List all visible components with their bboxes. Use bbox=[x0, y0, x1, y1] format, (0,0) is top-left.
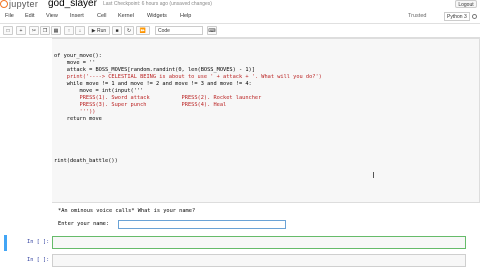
code-line: while move != 1 and move != 2 and move !… bbox=[54, 81, 252, 87]
run-button[interactable]: ▶ Run bbox=[88, 26, 110, 35]
jupyter-logo-icon[interactable] bbox=[0, 0, 8, 8]
paste-icon[interactable]: ▦ bbox=[51, 26, 61, 35]
code-line: rint(death_battle()) bbox=[54, 158, 118, 164]
kernel-status-icon bbox=[472, 14, 477, 19]
menu-file[interactable]: File bbox=[5, 13, 14, 19]
menu-bar: File Edit View Insert Cell Kernel Widget… bbox=[0, 10, 480, 24]
menu-help[interactable]: Help bbox=[180, 13, 191, 19]
cell-input[interactable] bbox=[52, 236, 466, 249]
restart-run-all-icon[interactable]: ⏩ bbox=[136, 26, 150, 35]
menu-widgets[interactable]: Widgets bbox=[147, 13, 167, 19]
code-line: move = '' bbox=[54, 60, 96, 66]
interrupt-icon[interactable]: ■ bbox=[112, 26, 122, 35]
code-line: print('----> CELESTIAL BEING is about to… bbox=[54, 74, 322, 80]
brand-text[interactable]: jupyter bbox=[9, 0, 38, 9]
kernel-name[interactable]: Python 3 bbox=[444, 12, 470, 21]
command-palette-icon[interactable]: ⌨ bbox=[207, 26, 217, 35]
trusted-indicator[interactable]: Trusted bbox=[408, 13, 426, 19]
cut-icon[interactable]: ✂ bbox=[29, 26, 39, 35]
menu-kernel[interactable]: Kernel bbox=[118, 13, 134, 19]
add-cell-icon[interactable]: + bbox=[16, 26, 26, 35]
mouse-cursor-icon bbox=[373, 172, 374, 178]
cell-prompt: In [ ]: bbox=[27, 257, 50, 263]
move-down-icon[interactable]: ↓ bbox=[75, 26, 85, 35]
code-line: return move bbox=[54, 116, 102, 122]
menu-view[interactable]: View bbox=[46, 13, 58, 19]
output-prompt-text: *An ominous voice calls* What is your na… bbox=[58, 208, 196, 214]
menu-cell[interactable]: Cell bbox=[97, 13, 106, 19]
name-input[interactable] bbox=[118, 220, 286, 229]
notebook-name[interactable]: god_slayer bbox=[48, 0, 97, 9]
menu-edit[interactable]: Edit bbox=[25, 13, 34, 19]
code-cell-editor[interactable] bbox=[52, 38, 480, 203]
notebook-header: jupyter god_slayer Last Checkpoint: 6 ho… bbox=[0, 0, 480, 10]
code-line: attack = BOSS_MOVES[random.randint(0, le… bbox=[54, 67, 255, 73]
cell-type-select[interactable]: Code bbox=[155, 26, 203, 35]
code-cell[interactable]: In [ ]: bbox=[0, 235, 480, 251]
copy-icon[interactable]: ❐ bbox=[40, 26, 50, 35]
cell-input[interactable] bbox=[52, 254, 466, 267]
code-line: ''')) bbox=[54, 109, 96, 115]
toolbar: □ + ✂ ❐ ▦ ↑ ↓ ▶ Run ■ ↻ ⏩ Code ⌨ bbox=[0, 24, 480, 38]
logout-button[interactable]: Logout bbox=[455, 0, 477, 8]
checkpoint-status: Last Checkpoint: 6 hours ago (unsaved ch… bbox=[103, 1, 212, 7]
code-line: PRESS(1). Sword attack PRESS(2). Rocket … bbox=[54, 95, 262, 101]
cell-prompt: In [ ]: bbox=[27, 239, 50, 245]
code-line: move = int(input(''' bbox=[54, 88, 144, 94]
input-label: Enter your name: bbox=[58, 221, 110, 227]
code-cell[interactable]: In [ ]: bbox=[0, 253, 480, 269]
code-line: of your_move(): bbox=[54, 53, 102, 59]
move-up-icon[interactable]: ↑ bbox=[64, 26, 74, 35]
menu-insert[interactable]: Insert bbox=[70, 13, 84, 19]
cell-selection-bar bbox=[4, 235, 7, 251]
code-line: PRESS(3). Super punch PRESS(4). Heal bbox=[54, 102, 227, 108]
save-icon[interactable]: □ bbox=[3, 26, 13, 35]
restart-icon[interactable]: ↻ bbox=[124, 26, 134, 35]
